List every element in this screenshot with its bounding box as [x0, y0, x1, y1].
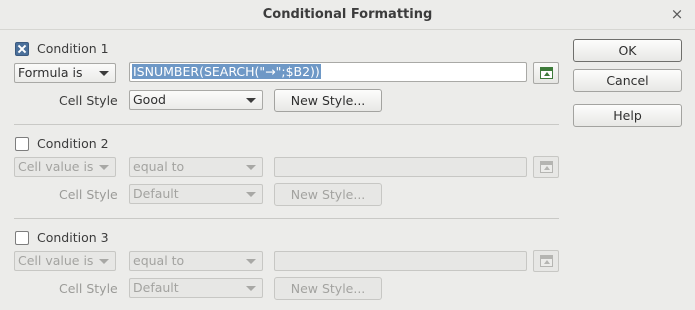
condition-2-checkbox[interactable]: [15, 137, 29, 151]
condition-1-cell-style-label: Cell Style: [59, 93, 118, 108]
condition-3-cell-style-select[interactable]: Default: [129, 278, 263, 298]
condition-2-value-input[interactable]: [274, 157, 527, 177]
condition-2-cell-style-value: Default: [133, 186, 179, 201]
condition-1-cell-style-select[interactable]: Good: [129, 90, 263, 110]
separator: [14, 218, 559, 219]
shrink-icon: [540, 67, 553, 79]
condition-1-label: Condition 1: [37, 41, 109, 56]
shrink-icon: [540, 161, 553, 173]
condition-1-formula-input[interactable]: ISNUMBER(SEARCH("→";$B2)): [129, 62, 527, 82]
chevron-down-icon: [99, 71, 109, 76]
condition-3-operator-value: equal to: [133, 253, 185, 268]
condition-2-shrink-button[interactable]: [533, 156, 559, 178]
condition-2-new-style-button[interactable]: New Style...: [274, 183, 382, 206]
condition-1-type-select[interactable]: Formula is: [14, 63, 116, 83]
condition-2-type-value: Cell value is: [18, 159, 94, 174]
chevron-down-icon: [99, 165, 109, 170]
close-icon[interactable]: ×: [669, 6, 685, 22]
condition-3-type-value: Cell value is: [18, 253, 94, 268]
chevron-down-icon: [246, 165, 256, 170]
condition-3-shrink-button[interactable]: [533, 250, 559, 272]
condition-2-label: Condition 2: [37, 136, 109, 151]
separator: [14, 124, 559, 125]
condition-3-value-input[interactable]: [274, 251, 527, 271]
condition-1-cell-style-value: Good: [133, 92, 166, 107]
window-title: Conditional Formatting: [262, 7, 433, 22]
help-button[interactable]: Help: [573, 104, 682, 127]
chevron-down-icon: [246, 192, 256, 197]
chevron-down-icon: [246, 98, 256, 103]
condition-3-cell-style-value: Default: [133, 280, 179, 295]
condition-2-cell-style-select[interactable]: Default: [129, 184, 263, 204]
condition-3-label: Condition 3: [37, 230, 109, 245]
chevron-down-icon: [246, 286, 256, 291]
condition-3-type-select[interactable]: Cell value is: [14, 251, 116, 271]
condition-2-operator-select[interactable]: equal to: [129, 157, 263, 177]
condition-2-cell-style-label: Cell Style: [59, 187, 118, 202]
shrink-icon: [540, 255, 553, 267]
condition-2-operator-value: equal to: [133, 159, 185, 174]
condition-1-type-value: Formula is: [18, 65, 83, 80]
chevron-down-icon: [246, 259, 256, 264]
condition-3-cell-style-label: Cell Style: [59, 281, 118, 296]
condition-1-shrink-button[interactable]: [533, 62, 559, 84]
condition-3-new-style-button[interactable]: New Style...: [274, 277, 382, 300]
chevron-down-icon: [99, 259, 109, 264]
condition-1-new-style-button[interactable]: New Style...: [274, 89, 382, 112]
condition-1-checkbox[interactable]: [15, 42, 29, 56]
cancel-button[interactable]: Cancel: [573, 69, 682, 92]
condition-1-formula-text: ISNUMBER(SEARCH("→";$B2)): [132, 64, 321, 79]
ok-button[interactable]: OK: [573, 39, 682, 62]
condition-3-checkbox[interactable]: [15, 231, 29, 245]
condition-2-type-select[interactable]: Cell value is: [14, 157, 116, 177]
title-bar: Conditional Formatting ×: [0, 0, 695, 30]
condition-3-operator-select[interactable]: equal to: [129, 251, 263, 271]
